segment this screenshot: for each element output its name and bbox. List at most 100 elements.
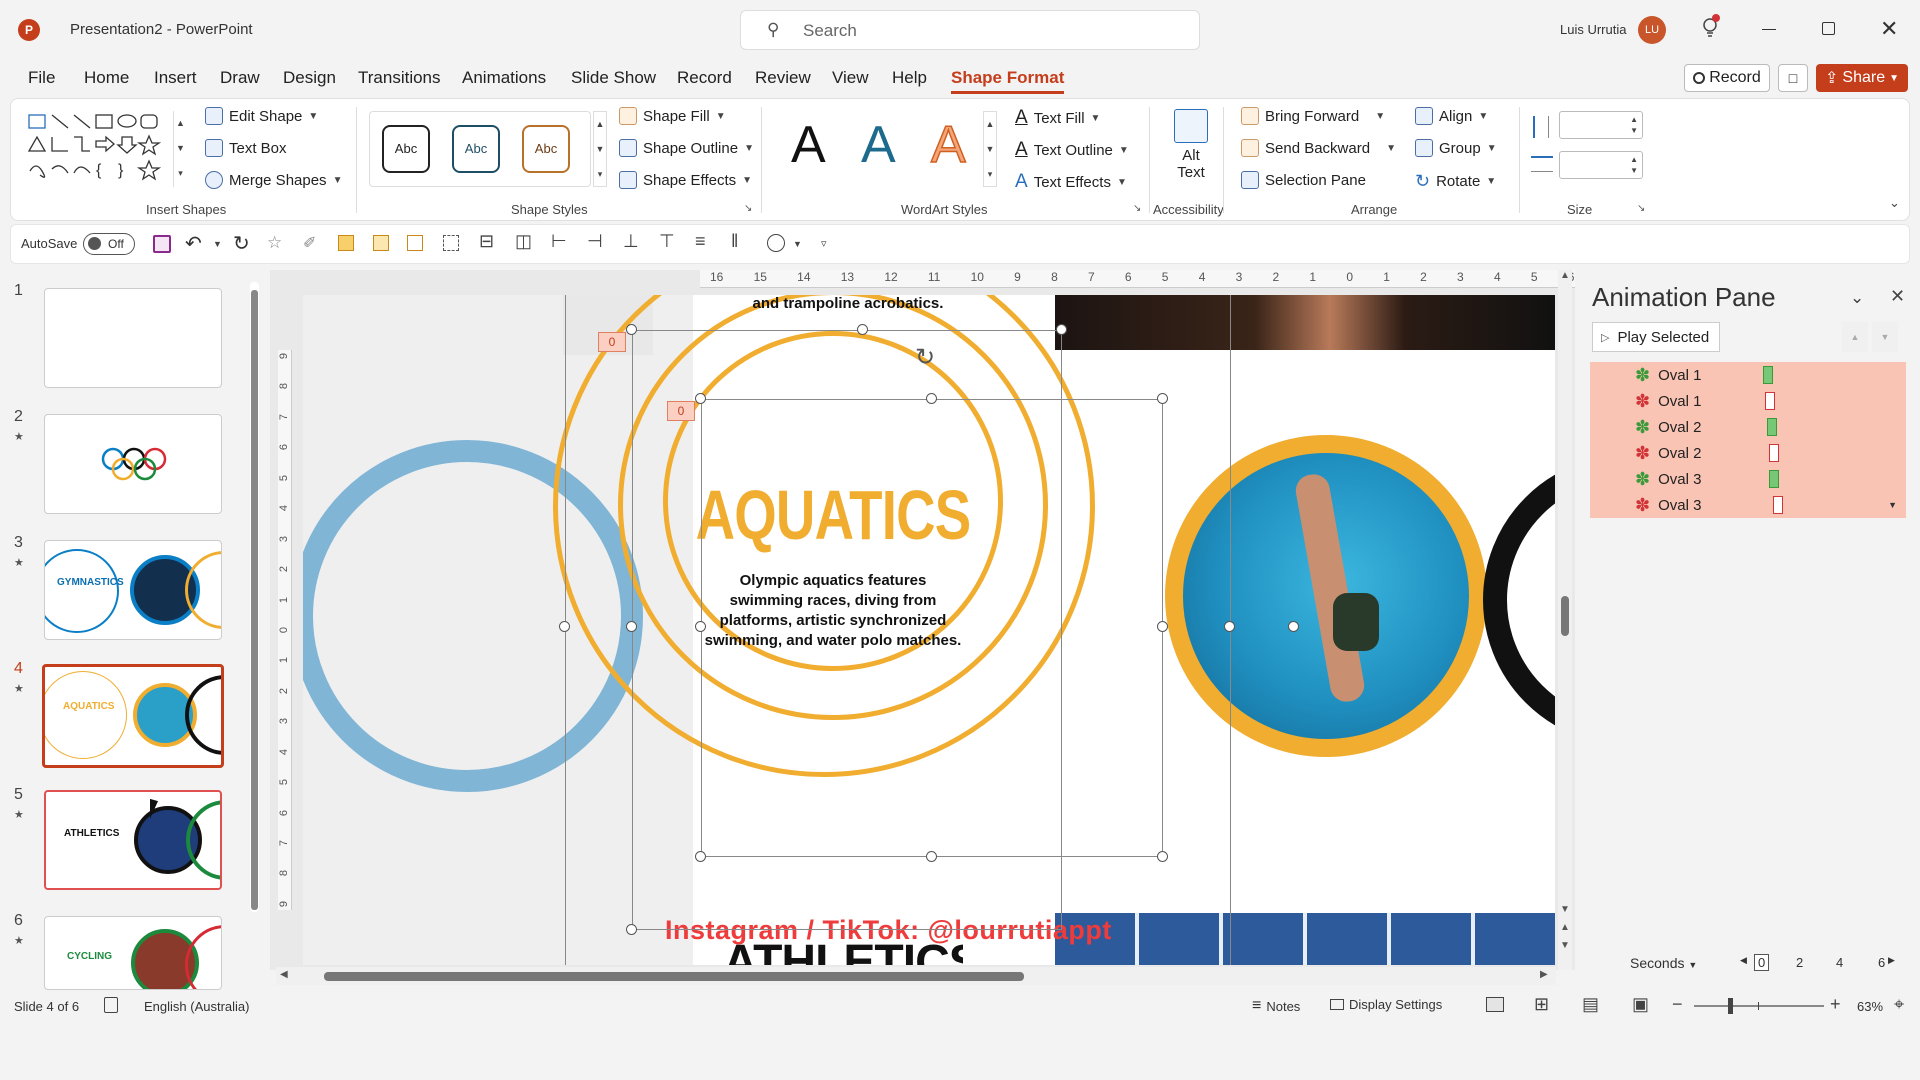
star-icon[interactable]: ☆ [267,233,282,253]
animation-item[interactable]: ✽ Oval 3 [1593,466,1905,492]
resize-handle[interactable] [1224,621,1235,632]
notes-button[interactable]: ≡ Notes [1252,997,1300,1015]
distribute-horizontal-icon[interactable]: ‖ [731,231,738,252]
language-status[interactable]: English (Australia) [144,999,250,1014]
slide-show-icon[interactable]: ▣ [1632,994,1649,1015]
selection-pane-button[interactable]: Selection Pane [1241,171,1366,189]
shape-height-input[interactable]: ▲ ▼ [1559,111,1643,139]
undo-dropdown-icon[interactable]: ▼ [213,239,222,249]
top-photo-strip[interactable] [1055,295,1555,350]
text-outline-button[interactable]: A Text Outline ▼ [1015,139,1129,161]
shape-effects-button[interactable]: Shape Effects ▼ [619,171,752,189]
zoom-slider[interactable] [1694,998,1824,1014]
send-to-back-qat-icon[interactable] [407,235,423,251]
resize-handle[interactable] [559,621,570,632]
tab-file[interactable]: File [28,68,55,88]
fit-to-window-icon[interactable]: ⌖ [1894,994,1904,1015]
resize-handle[interactable] [626,621,637,632]
resize-handle[interactable] [695,621,706,632]
send-backward-qat-icon[interactable] [373,235,389,251]
distribute-vertical-icon[interactable]: ≡ [695,231,706,252]
align-bottom-icon[interactable]: ⊥ [623,231,639,252]
align-center-icon[interactable]: ⊟ [479,231,494,252]
align-right-icon[interactable]: ⊣ [587,231,603,252]
scroll-up-icon[interactable]: ▲ [1560,270,1570,281]
zoom-level[interactable]: 63% [1857,999,1883,1014]
animation-item[interactable]: ✽ Oval 2 [1593,414,1905,440]
scroll-down-icon[interactable]: ▼ [1560,904,1570,915]
next-slide-icon[interactable]: ▼ [1560,940,1570,951]
tab-animations[interactable]: Animations [462,68,546,88]
scroll-left-icon[interactable]: ◀ [1740,955,1747,966]
resize-handle[interactable] [695,851,706,862]
scroll-right-icon[interactable]: ▶ [1540,969,1548,980]
tab-draw[interactable]: Draw [220,68,260,88]
undo-icon[interactable]: ↶ [185,231,202,256]
tab-home[interactable]: Home [84,68,129,88]
bring-forward-qat-icon[interactable] [338,235,354,251]
display-settings-button[interactable]: Display Settings [1330,997,1442,1012]
lightbulb-icon[interactable] [1702,14,1720,39]
resize-handle[interactable] [1056,324,1067,335]
send-backward-button[interactable]: Send Backward ▼ [1241,139,1396,157]
slide-thumbnail[interactable]: GYMNASTICS [44,540,222,640]
resize-handle[interactable] [626,924,637,935]
slide-canvas[interactable]: and trampoline acrobatics. AQUATICS Olym… [303,295,1555,965]
aquatics-photo-circle[interactable] [1165,435,1487,757]
tab-help[interactable]: Help [892,68,927,88]
reading-view-icon[interactable]: ▤ [1582,994,1599,1015]
merge-dropdown-icon[interactable]: ▼ [793,239,802,249]
dialog-launcher-icon[interactable]: ↘ [1133,203,1141,214]
move-down-button[interactable]: ▼ [1872,322,1898,352]
slide-thumbnail[interactable]: CYCLING [44,916,222,990]
tab-insert[interactable]: Insert [154,68,197,88]
bring-forward-button[interactable]: Bring Forward ▼ [1241,107,1385,125]
accessibility-icon[interactable] [104,997,118,1013]
share-button[interactable]: ⇪ Share ▼ [1816,64,1908,92]
record-button[interactable]: Record [1684,64,1770,92]
restore-icon[interactable] [1822,22,1835,35]
align-left-icon[interactable]: ⊢ [551,231,567,252]
move-up-button[interactable]: ▲ [1842,322,1868,352]
format-painter-icon[interactable]: ✐ [303,233,316,253]
slide-thumbnail-selected[interactable]: AQUATICS [42,664,224,768]
tab-view[interactable]: View [832,68,869,88]
zoom-out-icon[interactable]: − [1672,994,1683,1015]
animation-item[interactable]: ✽ Oval 1 [1593,388,1905,414]
dropdown-arrow-icon[interactable]: ▼ [1888,500,1897,510]
tab-design[interactable]: Design [283,68,336,88]
shape-style-swatch[interactable]: Abc [522,125,570,173]
chevron-down-icon[interactable]: ⌄ [1850,288,1864,308]
resize-handle[interactable] [1157,621,1168,632]
seconds-dropdown[interactable]: Seconds ▼ [1630,955,1697,971]
thumbnails-scrollbar[interactable] [250,282,259,912]
resize-handle[interactable] [1157,393,1168,404]
play-selected-button[interactable]: ▷ Play Selected [1592,322,1720,352]
wordart-scroll[interactable]: ▲ ▼ ▾ [983,111,997,187]
close-icon[interactable]: ✕ [1880,16,1898,42]
comments-button[interactable]: □ [1778,64,1808,92]
shape-style-swatch[interactable]: Abc [382,125,430,173]
canvas-horizontal-scrollbar[interactable]: ◀ ▶ [276,967,1556,985]
shapes-gallery-scroll[interactable]: ▲ ▼ ▾ [173,111,187,187]
scroll-right-icon[interactable]: ▶ [1888,955,1895,966]
text-fill-button[interactable]: A Text Fill ▼ [1015,107,1100,129]
save-icon[interactable] [153,235,171,253]
timeline-scale[interactable]: ◀ 0 2 4 6 ▶ [1740,953,1895,973]
tab-review[interactable]: Review [755,68,811,88]
merge-shapes-qat-icon[interactable] [767,234,785,252]
edit-shape-button[interactable]: Edit Shape ▼ [205,107,318,125]
autosave-toggle[interactable]: Off [83,233,135,255]
slide-top-text[interactable]: and trampoline acrobatics. [723,295,973,312]
close-pane-icon[interactable]: ✕ [1890,286,1905,307]
resize-handle[interactable] [1288,621,1299,632]
tab-transitions[interactable]: Transitions [358,68,441,88]
rotate-handle-icon[interactable]: ↻ [915,343,935,372]
resize-handle[interactable] [857,324,868,335]
shape-style-swatch[interactable]: Abc [452,125,500,173]
customize-qat-icon[interactable]: ▿ [821,237,827,250]
search-box[interactable]: ⚲ Search [740,10,1200,50]
resize-handle[interactable] [1157,851,1168,862]
align-middle-icon[interactable]: ◫ [515,231,532,252]
animation-item[interactable]: ✽ Oval 2 [1593,440,1905,466]
